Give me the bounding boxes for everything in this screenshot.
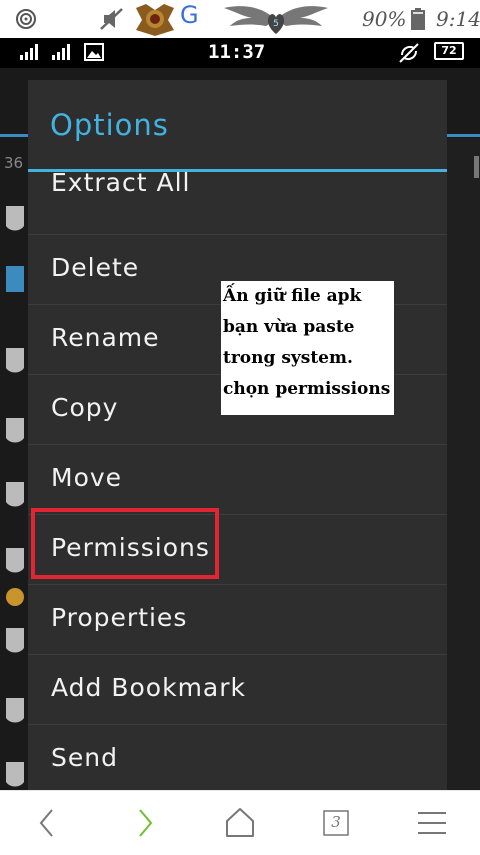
menu-item-label: Move <box>51 463 123 492</box>
menu-item-properties[interactable]: Properties <box>28 584 447 654</box>
scrollbar[interactable] <box>474 156 479 178</box>
tab-count: 3 <box>331 813 341 831</box>
signal-icon <box>20 44 38 60</box>
menu-item-label: Delete <box>51 253 140 282</box>
outer-status-bar: G 5 90% 9:14 <box>0 0 480 38</box>
dialog-title: Options <box>50 108 169 142</box>
file-icon <box>6 588 24 606</box>
signal-icon <box>52 44 70 60</box>
note-line: Ấn giữ file apk <box>223 286 362 306</box>
menu-item-label: Add Bookmark <box>51 673 246 702</box>
battery-icon <box>411 8 425 30</box>
google-icon: G <box>180 1 199 29</box>
file-icon <box>6 548 24 573</box>
menu-item-add-bookmark[interactable]: Add Bookmark <box>28 654 447 724</box>
file-icon <box>6 206 24 231</box>
badge-icon <box>136 4 174 36</box>
wings-icon: 5 <box>224 6 328 34</box>
battery-percent: 90% <box>362 7 407 31</box>
instruction-note: Ấn giữ file apk bạn vừa paste trong syst… <box>221 281 394 415</box>
back-icon[interactable] <box>30 805 66 841</box>
file-icon <box>6 762 24 787</box>
menu-item-send[interactable]: Send <box>28 724 447 790</box>
mute-icon <box>100 8 123 30</box>
menu-item-label: Copy <box>51 393 119 422</box>
sync-off-icon <box>399 43 419 63</box>
file-icon <box>6 418 24 443</box>
spiral-icon <box>16 9 36 29</box>
file-icon <box>6 698 24 723</box>
menu-item-label: Extract All <box>51 168 191 197</box>
background-count: 36 <box>4 154 24 172</box>
badge-number: 5 <box>273 19 279 29</box>
note-line: trong system. <box>223 348 353 368</box>
file-icon <box>6 482 24 507</box>
clock: 9:14 <box>436 7 480 31</box>
home-icon[interactable] <box>222 805 258 841</box>
image-icon <box>84 43 104 61</box>
menu-item-move[interactable]: Move <box>28 444 447 514</box>
browser-toolbar: 3 <box>0 790 480 855</box>
note-line: bạn vừa paste <box>223 317 355 337</box>
forward-icon[interactable] <box>126 805 162 841</box>
permissions-highlight-box <box>31 508 219 579</box>
menu-item-extract-all[interactable]: Extract All <box>28 164 447 234</box>
inner-clock: 11:37 <box>208 41 266 63</box>
inner-status-bar: 11:37 72 <box>0 38 480 68</box>
note-line: chọn permissions <box>223 379 391 399</box>
menu-item-label: Properties <box>51 603 188 632</box>
tabs-button[interactable]: 3 <box>318 805 354 841</box>
options-dialog: Options Extract All Delete Rename Copy M… <box>28 80 447 790</box>
background-right-column <box>447 138 480 790</box>
menu-item-label: Rename <box>51 323 160 352</box>
inner-battery: 72 <box>434 42 464 60</box>
file-icon <box>6 628 24 653</box>
menu-item-label: Send <box>51 743 118 772</box>
file-icon <box>6 266 24 292</box>
file-icon <box>6 348 24 373</box>
menu-icon[interactable] <box>414 805 450 841</box>
phone-screen: 11:37 72 36 Options Extract All Delete R… <box>0 38 480 790</box>
